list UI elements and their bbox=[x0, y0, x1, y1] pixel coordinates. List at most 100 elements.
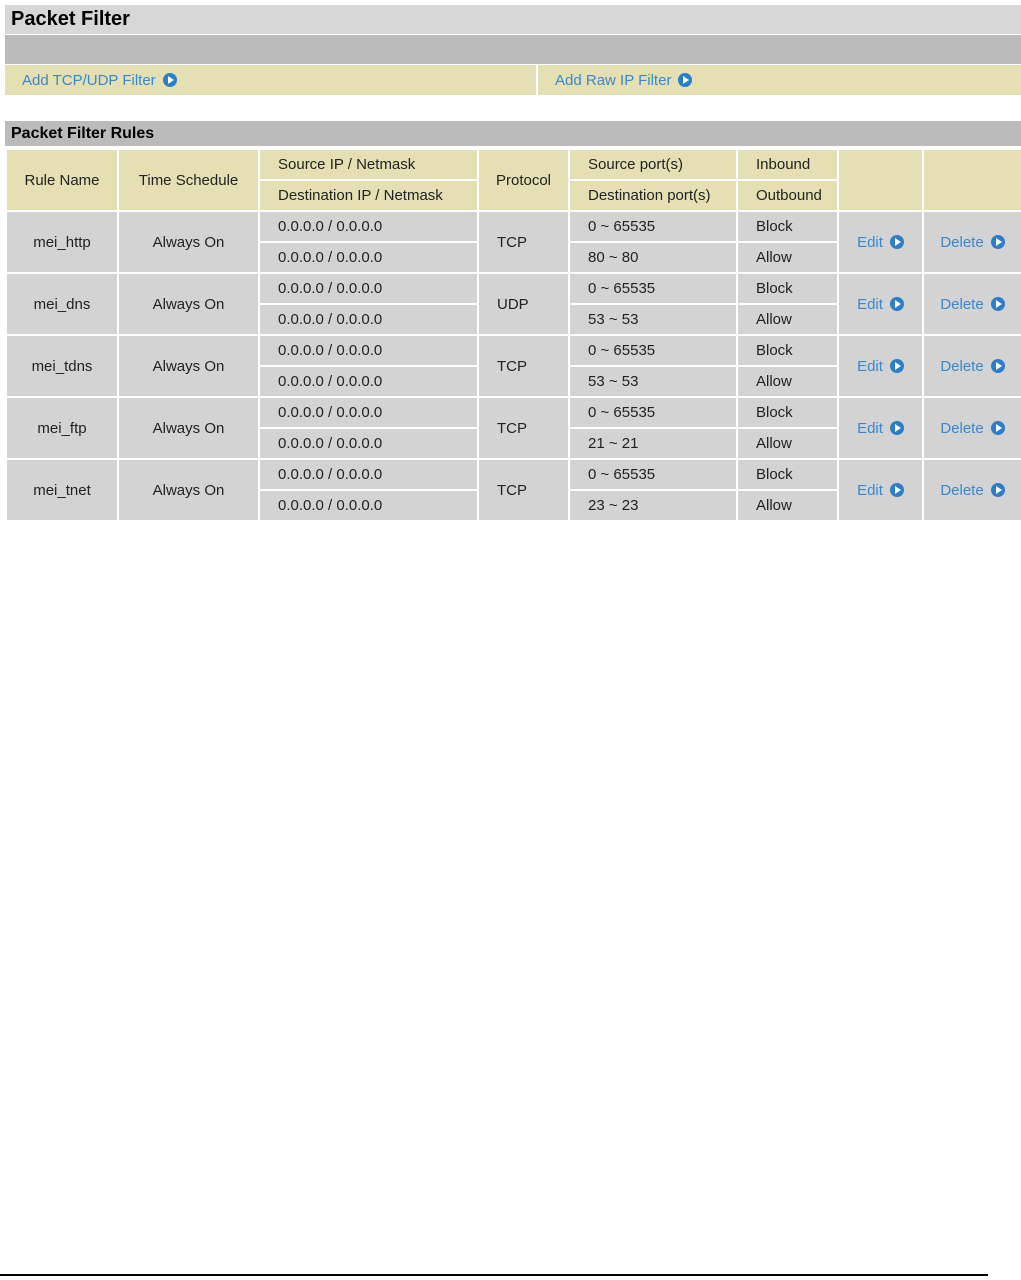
delete-label: Delete bbox=[940, 481, 984, 499]
rule-outbound: Allow bbox=[736, 303, 839, 336]
header-rule-name: Rule Name bbox=[5, 148, 119, 212]
rule-source-ip: 0.0.0.0 / 0.0.0.0 bbox=[258, 210, 479, 243]
rule-inbound: Block bbox=[736, 272, 839, 305]
rule-inbound: Block bbox=[736, 334, 839, 367]
delete-label: Delete bbox=[940, 295, 984, 313]
rule-source-ip: 0.0.0.0 / 0.0.0.0 bbox=[258, 396, 479, 429]
circle-arrow-right-icon bbox=[990, 359, 1005, 373]
circle-arrow-right-icon bbox=[990, 421, 1005, 435]
rule-outbound: Allow bbox=[736, 365, 839, 398]
table-row: mei_http Always On 0.0.0.0 / 0.0.0.0 TCP… bbox=[5, 210, 1021, 274]
rule-outbound: Allow bbox=[736, 427, 839, 460]
edit-link[interactable]: Edit bbox=[857, 358, 904, 375]
delete-link[interactable]: Delete bbox=[940, 233, 1005, 251]
circle-arrow-right-icon bbox=[889, 235, 904, 249]
rule-inbound: Block bbox=[736, 210, 839, 243]
header-destination-ip: Destination IP / Netmask bbox=[258, 179, 479, 212]
rule-schedule: Always On bbox=[117, 272, 260, 336]
delete-label: Delete bbox=[940, 357, 984, 375]
page-title: Packet Filter bbox=[5, 5, 1021, 35]
rule-destination-ports: 53 ~ 53 bbox=[568, 303, 738, 336]
section-title: Packet Filter Rules bbox=[5, 121, 1021, 148]
rule-destination-ip: 0.0.0.0 / 0.0.0.0 bbox=[258, 365, 479, 398]
add-raw-ip-filter-link[interactable]: Add Raw IP Filter bbox=[555, 71, 693, 89]
rule-edit-cell: Edit bbox=[837, 210, 924, 274]
rule-schedule: Always On bbox=[117, 334, 260, 398]
rule-delete-cell: Delete bbox=[922, 396, 1021, 460]
rule-source-ip: 0.0.0.0 / 0.0.0.0 bbox=[258, 458, 479, 491]
rule-delete-cell: Delete bbox=[922, 210, 1021, 274]
rule-name: mei_http bbox=[5, 210, 119, 274]
rule-source-ip: 0.0.0.0 / 0.0.0.0 bbox=[258, 272, 479, 305]
add-raw-ip-cell: Add Raw IP Filter bbox=[538, 65, 1021, 95]
rule-edit-cell: Edit bbox=[837, 396, 924, 460]
header-protocol: Protocol bbox=[477, 148, 570, 212]
edit-link[interactable]: Edit bbox=[857, 234, 904, 251]
rule-source-ports: 0 ~ 65535 bbox=[568, 210, 738, 243]
table-header-row: Rule Name Time Schedule Source IP / Netm… bbox=[5, 148, 1021, 212]
edit-label: Edit bbox=[857, 233, 883, 251]
rule-schedule: Always On bbox=[117, 396, 260, 460]
add-tcp-udp-filter-label: Add TCP/UDP Filter bbox=[22, 71, 156, 89]
circle-arrow-right-icon bbox=[990, 297, 1005, 311]
rule-outbound: Allow bbox=[736, 489, 839, 522]
table-row: mei_tnet Always On 0.0.0.0 / 0.0.0.0 TCP… bbox=[5, 458, 1021, 522]
delete-link[interactable]: Delete bbox=[940, 357, 1005, 375]
add-filter-row: Add TCP/UDP Filter Add Raw IP Filter bbox=[5, 65, 1021, 95]
rule-source-ports: 0 ~ 65535 bbox=[568, 334, 738, 367]
rule-delete-cell: Delete bbox=[922, 334, 1021, 398]
table-row: mei_tdns Always On 0.0.0.0 / 0.0.0.0 TCP… bbox=[5, 334, 1021, 398]
footer-rule-line bbox=[0, 1274, 988, 1276]
delete-link[interactable]: Delete bbox=[940, 295, 1005, 313]
rule-destination-ip: 0.0.0.0 / 0.0.0.0 bbox=[258, 427, 479, 460]
packet-filter-page: Packet Filter Add TCP/UDP Filter Add Raw… bbox=[5, 5, 1021, 522]
delete-label: Delete bbox=[940, 419, 984, 437]
rule-edit-cell: Edit bbox=[837, 334, 924, 398]
table-row: mei_dns Always On 0.0.0.0 / 0.0.0.0 UDP … bbox=[5, 272, 1021, 336]
header-time-schedule: Time Schedule bbox=[117, 148, 260, 212]
rule-destination-ip: 0.0.0.0 / 0.0.0.0 bbox=[258, 303, 479, 336]
rule-inbound: Block bbox=[736, 396, 839, 429]
header-delete-blank bbox=[922, 148, 1021, 212]
table-row: mei_ftp Always On 0.0.0.0 / 0.0.0.0 TCP … bbox=[5, 396, 1021, 460]
rule-protocol: TCP bbox=[477, 334, 570, 398]
rule-destination-ports: 21 ~ 21 bbox=[568, 427, 738, 460]
circle-arrow-right-icon bbox=[889, 359, 904, 373]
rule-protocol: TCP bbox=[477, 396, 570, 460]
circle-arrow-right-icon bbox=[162, 73, 177, 87]
add-tcp-udp-cell: Add TCP/UDP Filter bbox=[5, 65, 538, 95]
circle-arrow-right-icon bbox=[889, 483, 904, 497]
rule-edit-cell: Edit bbox=[837, 272, 924, 336]
edit-link[interactable]: Edit bbox=[857, 420, 904, 437]
rule-source-ports: 0 ~ 65535 bbox=[568, 272, 738, 305]
rule-name: mei_ftp bbox=[5, 396, 119, 460]
edit-link[interactable]: Edit bbox=[857, 296, 904, 313]
edit-link[interactable]: Edit bbox=[857, 482, 904, 499]
rule-name: mei_dns bbox=[5, 272, 119, 336]
rule-protocol: UDP bbox=[477, 272, 570, 336]
delete-link[interactable]: Delete bbox=[940, 481, 1005, 499]
rule-source-ports: 0 ~ 65535 bbox=[568, 458, 738, 491]
edit-label: Edit bbox=[857, 357, 883, 375]
rule-edit-cell: Edit bbox=[837, 458, 924, 522]
delete-label: Delete bbox=[940, 233, 984, 251]
circle-arrow-right-icon bbox=[678, 73, 693, 87]
rule-name: mei_tnet bbox=[5, 458, 119, 522]
circle-arrow-right-icon bbox=[990, 483, 1005, 497]
header-destination-ports: Destination port(s) bbox=[568, 179, 738, 212]
rule-outbound: Allow bbox=[736, 241, 839, 274]
rule-name: mei_tdns bbox=[5, 334, 119, 398]
rule-destination-ip: 0.0.0.0 / 0.0.0.0 bbox=[258, 489, 479, 522]
delete-link[interactable]: Delete bbox=[940, 419, 1005, 437]
add-raw-ip-filter-label: Add Raw IP Filter bbox=[555, 71, 672, 89]
edit-label: Edit bbox=[857, 295, 883, 313]
circle-arrow-right-icon bbox=[889, 421, 904, 435]
rule-destination-ports: 80 ~ 80 bbox=[568, 241, 738, 274]
rule-source-ip: 0.0.0.0 / 0.0.0.0 bbox=[258, 334, 479, 367]
rule-protocol: TCP bbox=[477, 210, 570, 274]
circle-arrow-right-icon bbox=[990, 235, 1005, 249]
add-tcp-udp-filter-link[interactable]: Add TCP/UDP Filter bbox=[22, 72, 177, 89]
rule-delete-cell: Delete bbox=[922, 272, 1021, 336]
rule-schedule: Always On bbox=[117, 458, 260, 522]
